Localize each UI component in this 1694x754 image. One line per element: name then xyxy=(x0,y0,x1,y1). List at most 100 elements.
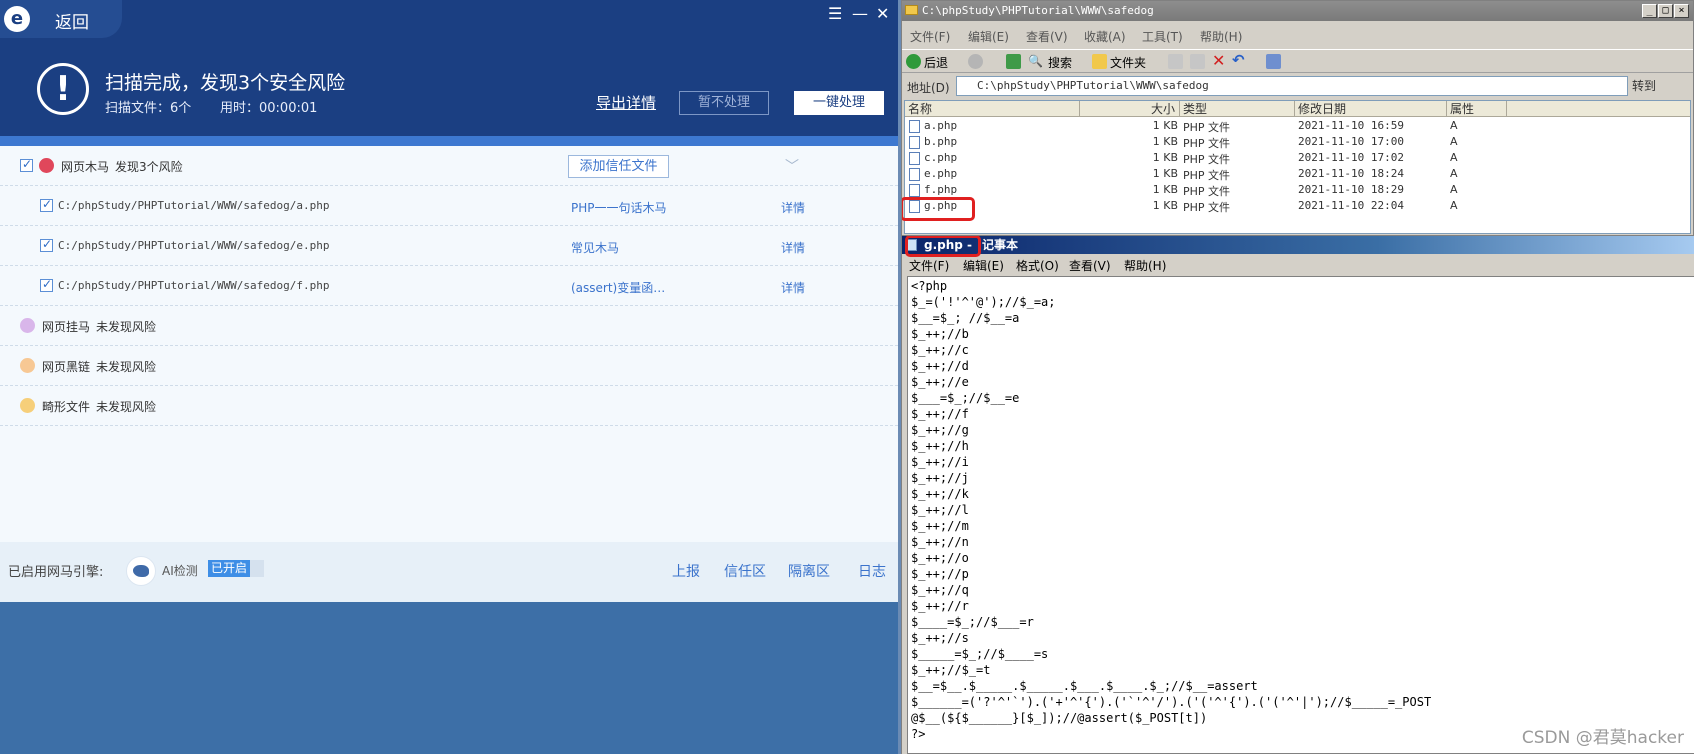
group-row-black-link[interactable]: 网页黑链 未发现风险 xyxy=(0,346,898,386)
quarantine-link[interactable]: 隔离区 xyxy=(788,561,830,581)
search-button[interactable]: 搜索 xyxy=(1048,54,1072,71)
code-line: $____=$_;//$___=r xyxy=(911,615,1034,629)
code-line: $_++;//k xyxy=(911,487,969,501)
up-folder-icon[interactable] xyxy=(1006,54,1021,69)
finding-path: C:/phpStudy/PHPTutorial/WWW/safedog/e.ph… xyxy=(58,239,330,252)
maximize-icon[interactable]: □ xyxy=(1658,4,1673,18)
column-modified[interactable]: 修改日期 xyxy=(1295,101,1447,117)
file-type: PHP 文件 xyxy=(1183,153,1231,166)
group-name: 畸形文件 xyxy=(42,400,91,414)
finding-row[interactable]: C:/phpStudy/PHPTutorial/WWW/safedog/f.ph… xyxy=(0,266,898,306)
column-attributes[interactable]: 属性 xyxy=(1447,101,1507,117)
file-row[interactable]: a.php 1 KB PHP 文件 2021-11-10 16:59 A xyxy=(905,118,1690,135)
group-row-malformed[interactable]: 畸形文件 未发现风险 xyxy=(0,386,898,426)
trust-zone-link[interactable]: 信任区 xyxy=(724,561,766,581)
menu-help[interactable]: 帮助(H) xyxy=(1200,28,1242,45)
copy-to-icon[interactable] xyxy=(1190,54,1205,69)
minimize-icon[interactable]: — xyxy=(852,4,868,23)
notepad-text-area[interactable]: <?php $_=('!'^'@');//$_=a; $__=$_; //$__=a… xyxy=(907,276,1694,754)
file-type: PHP 文件 xyxy=(1183,169,1231,182)
menu-edit[interactable]: 编辑(E) xyxy=(968,28,1009,45)
finding-detail-link[interactable]: 详情 xyxy=(781,199,805,216)
close-icon[interactable]: × xyxy=(1674,4,1689,18)
code-line: $_=('!'^'@');//$_=a; xyxy=(911,295,1056,309)
code-line: $_++;//o xyxy=(911,551,969,565)
finding-detail-link[interactable]: 详情 xyxy=(781,239,805,256)
group-row-hang-horse[interactable]: 网页挂马 未发现风险 xyxy=(0,306,898,346)
file-row[interactable]: f.php 1 KB PHP 文件 2021-11-10 18:29 A xyxy=(905,182,1690,199)
menu-tools[interactable]: 工具(T) xyxy=(1142,28,1183,45)
finding-row[interactable]: C:/phpStudy/PHPTutorial/WWW/safedog/e.ph… xyxy=(0,226,898,266)
go-button[interactable]: 转到 xyxy=(1632,77,1656,94)
file-row[interactable]: b.php 1 KB PHP 文件 2021-11-10 17:00 A xyxy=(905,134,1690,151)
fix-all-button[interactable]: 一键处理 xyxy=(794,91,884,115)
menu-file[interactable]: 文件(F) xyxy=(909,257,949,274)
code-line: $_++;//d xyxy=(911,359,969,373)
file-type: PHP 文件 xyxy=(1183,137,1231,150)
group-name: 网页木马 xyxy=(61,160,110,174)
file-name: e.php xyxy=(924,167,958,180)
back-arrow-icon[interactable] xyxy=(906,54,921,69)
folders-button[interactable]: 文件夹 xyxy=(1110,54,1146,71)
menu-help[interactable]: 帮助(H) xyxy=(1124,257,1166,274)
finding-checkbox[interactable] xyxy=(40,277,53,292)
group-name: 网页黑链 xyxy=(42,360,91,374)
warning-icon: ! xyxy=(37,63,89,115)
finding-checkbox[interactable] xyxy=(40,237,53,252)
group-status: 未发现风险 xyxy=(96,400,157,414)
group-row-webshell[interactable]: 网页木马 发现3个风险 添加信任文件 ﹀ xyxy=(0,146,898,186)
export-details-link[interactable]: 导出详情 xyxy=(596,92,656,113)
menu-icon[interactable]: ☰ xyxy=(828,4,842,23)
code-line: $_++;//m xyxy=(911,519,969,533)
ignore-button[interactable]: 暂不处理 xyxy=(679,91,769,115)
finding-checkbox[interactable] xyxy=(40,197,53,212)
file-row[interactable]: c.php 1 KB PHP 文件 2021-11-10 17:02 A xyxy=(905,150,1690,167)
finding-detail-link[interactable]: 详情 xyxy=(781,279,805,296)
delete-icon[interactable]: ✕ xyxy=(1212,51,1225,70)
log-link[interactable]: 日志 xyxy=(858,561,886,581)
file-row[interactable]: e.php 1 KB PHP 文件 2021-11-10 18:24 A xyxy=(905,166,1690,183)
file-type: PHP 文件 xyxy=(1183,185,1231,198)
file-modified: 2021-11-10 18:24 xyxy=(1298,167,1404,180)
back-button[interactable]: 后退 xyxy=(924,54,948,71)
code-line: $_++;//r xyxy=(911,599,969,613)
column-name[interactable]: 名称 xyxy=(905,101,1080,117)
group-status: 未发现风险 xyxy=(96,320,157,334)
menu-format[interactable]: 格式(O) xyxy=(1016,257,1059,274)
report-link[interactable]: 上报 xyxy=(672,561,700,581)
minimize-icon[interactable]: _ xyxy=(1642,4,1657,18)
finding-path: C:/phpStudy/PHPTutorial/WWW/safedog/f.ph… xyxy=(58,279,330,292)
code-line: $_++;//c xyxy=(911,343,969,357)
php-file-icon xyxy=(909,120,920,133)
ai-status-toggle[interactable]: 已开启 xyxy=(208,560,265,577)
chevron-down-icon[interactable]: ﹀ xyxy=(785,156,799,176)
file-attributes: A xyxy=(1450,199,1458,212)
close-icon[interactable]: ✕ xyxy=(876,4,889,23)
file-type: PHP 文件 xyxy=(1183,121,1231,134)
code-line: $_++;//s xyxy=(911,631,969,645)
undo-icon[interactable]: ↶ xyxy=(1232,51,1245,69)
views-icon[interactable] xyxy=(1266,54,1281,69)
file-row[interactable]: g.php 1 KB PHP 文件 2021-11-10 22:04 A xyxy=(905,198,1690,215)
column-size[interactable]: 大小 xyxy=(1080,101,1180,117)
group-checkbox[interactable] xyxy=(20,157,33,172)
finding-row[interactable]: C:/phpStudy/PHPTutorial/WWW/safedog/a.ph… xyxy=(0,186,898,226)
explorer-title-bar: C:\phpStudy\PHPTutorial\WWW\safedog _ □ … xyxy=(902,1,1693,21)
php-file-icon xyxy=(909,136,920,149)
move-to-icon[interactable] xyxy=(1168,54,1183,69)
menu-edit[interactable]: 编辑(E) xyxy=(963,257,1004,274)
explorer-menu-bar: 文件(F) 编辑(E) 查看(V) 收藏(A) 工具(T) 帮助(H) xyxy=(902,25,1693,45)
add-trusted-file-button[interactable]: 添加信任文件 xyxy=(568,155,669,178)
php-file-icon xyxy=(909,152,920,165)
column-type[interactable]: 类型 xyxy=(1180,101,1295,117)
php-file-icon xyxy=(909,168,920,181)
back-tab[interactable]: e 返回 xyxy=(0,0,122,38)
menu-view[interactable]: 查看(V) xyxy=(1069,257,1111,274)
file-modified: 2021-11-10 22:04 xyxy=(1298,199,1404,212)
address-input[interactable]: C:\phpStudy\PHPTutorial\WWW\safedog xyxy=(956,76,1628,96)
menu-file[interactable]: 文件(F) xyxy=(910,28,950,45)
menu-view[interactable]: 查看(V) xyxy=(1026,28,1068,45)
menu-favorites[interactable]: 收藏(A) xyxy=(1084,28,1126,45)
forward-arrow-icon[interactable] xyxy=(968,54,983,69)
code-line: $_++;//e xyxy=(911,375,969,389)
